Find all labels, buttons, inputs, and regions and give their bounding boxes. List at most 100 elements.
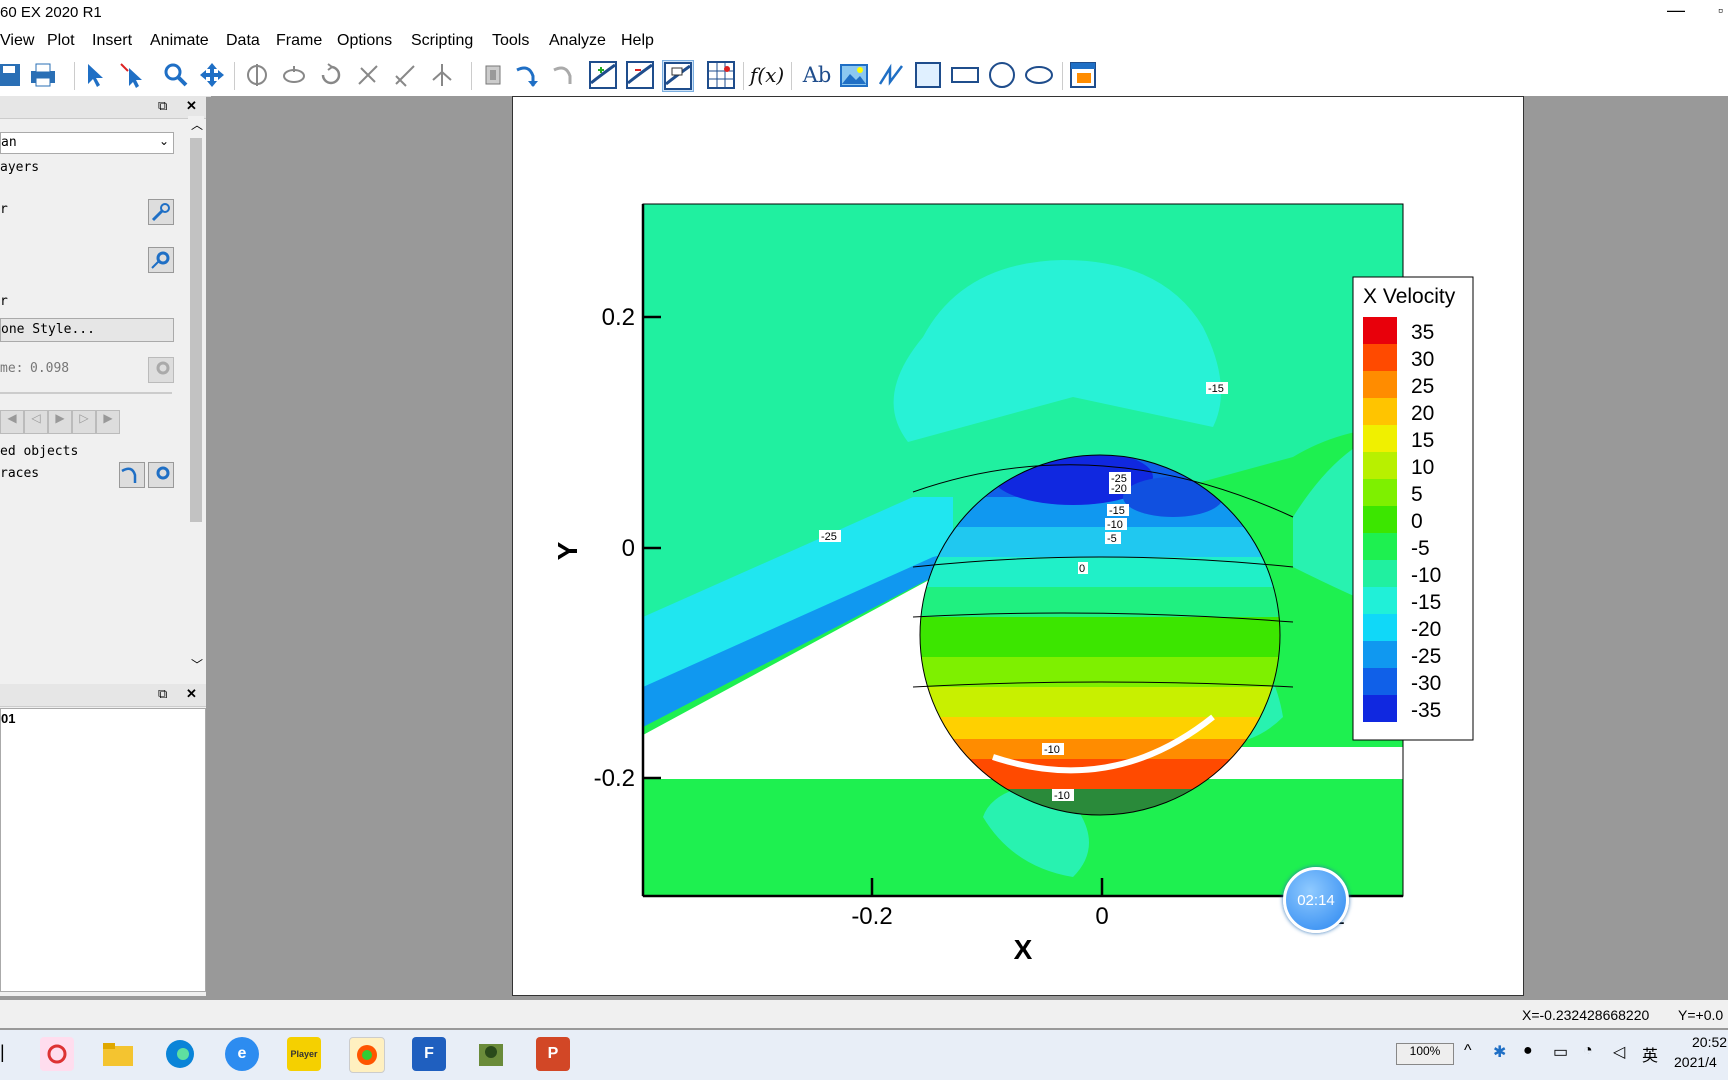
rectangle-icon[interactable] [950,60,980,90]
recording-timer[interactable]: 02:14 [1283,867,1349,933]
maximize-button[interactable]: ▫ [1718,2,1723,18]
menu-insert[interactable]: Insert [92,32,132,50]
mic-icon[interactable]: ● [1523,1042,1533,1060]
pan-icon[interactable] [197,60,227,90]
menu-plot[interactable]: Plot [47,32,75,50]
legend-label: -35 [1411,699,1441,722]
legend-label: 0 [1411,510,1423,533]
plot-type-dropdown[interactable]: an ⌄ [0,132,174,154]
minimize-button[interactable]: — [1666,0,1686,26]
ellipse-icon[interactable] [1024,60,1054,90]
contour-label: -25 [821,531,837,543]
scroll-up-icon[interactable]: ︿ [191,116,203,133]
menu-analyze[interactable]: Analyze [549,32,606,50]
gear-icon[interactable] [148,247,174,273]
close-icon[interactable]: ✕ [186,686,197,702]
media-player-icon[interactable]: Player [287,1037,321,1071]
streamtrace-settings-icon[interactable] [148,462,174,488]
close-icon[interactable]: ✕ [186,98,197,114]
legend-label: 20 [1411,402,1434,425]
legend-label: -5 [1411,537,1430,560]
function-icon[interactable]: f(x) [750,60,784,90]
rotate-z-icon[interactable] [427,60,457,90]
menu-options[interactable]: Options [337,32,392,50]
powerpoint-icon[interactable]: P [536,1037,570,1071]
edge-browser-icon[interactable] [163,1037,197,1071]
legend-label: -30 [1411,672,1441,695]
left-sidebar: ⧉ ✕ an ⌄ ayers r r one Style... me: 0.09… [0,96,206,996]
extract-points-icon[interactable] [706,60,736,90]
plot-frame[interactable]: 0.2 0 -0.2 -0.2 0 .2 X Y -15 -25 -20 -15… [512,96,1524,996]
game-app-icon[interactable] [474,1037,508,1071]
legend-label: 15 [1411,429,1434,452]
menu-frame[interactable]: Frame [276,32,322,50]
zoom-icon[interactable] [161,60,191,90]
zone-style-button[interactable]: one Style... [0,318,174,342]
step-back-icon[interactable]: ◁ [24,410,48,434]
contour-label: 0 [1079,563,1085,575]
volume-icon[interactable]: ◁ [1613,1042,1625,1062]
details-settings-icon[interactable] [148,199,174,225]
tray-chevron-icon[interactable]: ^ [1464,1042,1472,1060]
bluetooth-icon[interactable]: ✱ [1493,1042,1506,1062]
save-icon[interactable] [0,60,24,90]
battery-indicator[interactable]: 100% [1396,1043,1454,1065]
step-forward-icon[interactable]: ▷ [72,410,96,434]
menu-help[interactable]: Help [621,32,654,50]
square-icon[interactable] [913,60,943,90]
clock-time[interactable]: 20:52 [1692,1034,1727,1050]
rotate-rollerball-icon[interactable] [279,60,309,90]
taskbar: | e Player F P 100% ^ ✱ ● ▭ ◔ ◁ 英 20:52 … [0,1030,1728,1080]
y-tick-label: 0 [622,535,635,562]
rotate-twist-icon[interactable] [316,60,346,90]
power-icon[interactable]: ▭ [1553,1042,1568,1062]
streamtrace-icon[interactable] [514,60,544,90]
contour-label: -15 [1109,505,1125,517]
streamtrace-alt-icon[interactable] [551,60,581,90]
wifi-icon[interactable]: ◔ [1583,1042,1593,1060]
add-contour-icon[interactable] [588,60,618,90]
text-icon[interactable]: Ab [802,60,832,90]
contour-label-icon[interactable] [662,60,694,92]
probe-icon[interactable] [479,60,509,90]
ie-browser-icon[interactable]: e [225,1037,259,1071]
tecplot-app-icon[interactable] [349,1037,385,1073]
scroll-down-icon[interactable]: ﹀ [191,656,203,673]
select-arrow-icon[interactable] [80,60,110,90]
play-icon[interactable]: ▶ [48,410,72,434]
clock-date[interactable]: 2021/4 [1674,1054,1717,1070]
contour-label: -10 [1044,744,1060,756]
legend-swatch [1363,533,1397,560]
last-frame-icon[interactable]: ▶ [96,410,120,434]
fortran-app-icon[interactable]: F [412,1037,446,1071]
list-item[interactable]: 01 [1,711,15,726]
menu-animate[interactable]: Animate [150,32,209,50]
streamtrace-button-icon[interactable] [119,462,145,488]
first-frame-icon[interactable]: ◀ [0,410,24,434]
x-coordinate-readout: X=-0.232428668220 [1522,1007,1650,1023]
file-explorer-icon[interactable] [101,1037,135,1071]
menu-scripting[interactable]: Scripting [411,32,473,50]
frame-icon[interactable] [1068,60,1098,90]
adjustor-arrow-icon[interactable] [117,60,147,90]
polyline-icon[interactable] [876,60,906,90]
print-icon[interactable] [28,60,58,90]
restore-icon[interactable]: ⧉ [158,98,167,114]
menu-tools[interactable]: Tools [492,32,529,50]
taskbar-search-icon[interactable]: | [0,1042,5,1063]
ime-indicator[interactable]: 英 [1642,1042,1658,1066]
image-icon[interactable] [839,60,869,90]
scroll-thumb[interactable] [190,138,202,522]
sidebar-scrollbar[interactable]: ︿ ﹀ [188,116,204,672]
time-settings-icon[interactable] [148,357,174,383]
remove-contour-icon[interactable] [625,60,655,90]
rotate-y-icon[interactable] [390,60,420,90]
menu-data[interactable]: Data [226,32,260,50]
menu-view[interactable]: View [0,32,34,50]
rotate-spherical-icon[interactable] [242,60,272,90]
legend-swatch [1363,587,1397,614]
circle-icon[interactable] [987,60,1017,90]
restore-icon[interactable]: ⧉ [158,686,167,702]
rotate-x-icon[interactable] [353,60,383,90]
paint-app-icon[interactable] [40,1037,74,1071]
